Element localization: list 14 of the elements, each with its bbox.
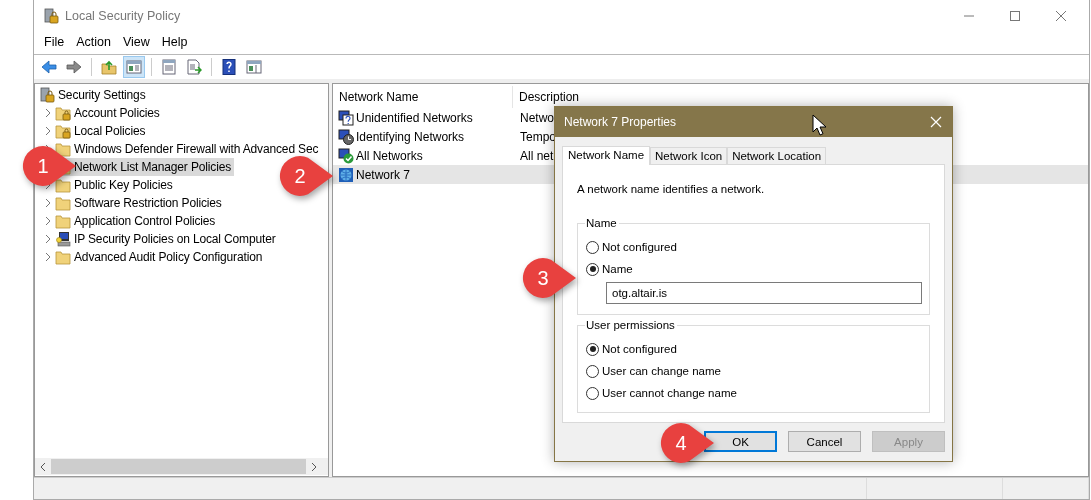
group-title: Name <box>585 217 619 230</box>
table-cell: Identifying Networks <box>356 129 465 144</box>
callout-tooltip: 2 <box>278 154 334 198</box>
table-cell-text: Netwo <box>519 110 554 125</box>
table-cell: Network 7 <box>356 167 411 182</box>
callout-tooltip: 3 <box>521 256 577 300</box>
table-cell: Unidentified Networks <box>356 110 473 125</box>
dialog-title: Network 7 Properties <box>564 115 677 129</box>
description-text: A network name identifies a network. <box>577 183 766 195</box>
callout-tooltip: 4 <box>659 421 715 465</box>
group-title: User permissions <box>585 319 677 332</box>
table-cell: All Networks <box>356 148 423 163</box>
table-cell-text: All net <box>519 148 554 163</box>
window-title: Local Security Policy <box>65 9 181 23</box>
